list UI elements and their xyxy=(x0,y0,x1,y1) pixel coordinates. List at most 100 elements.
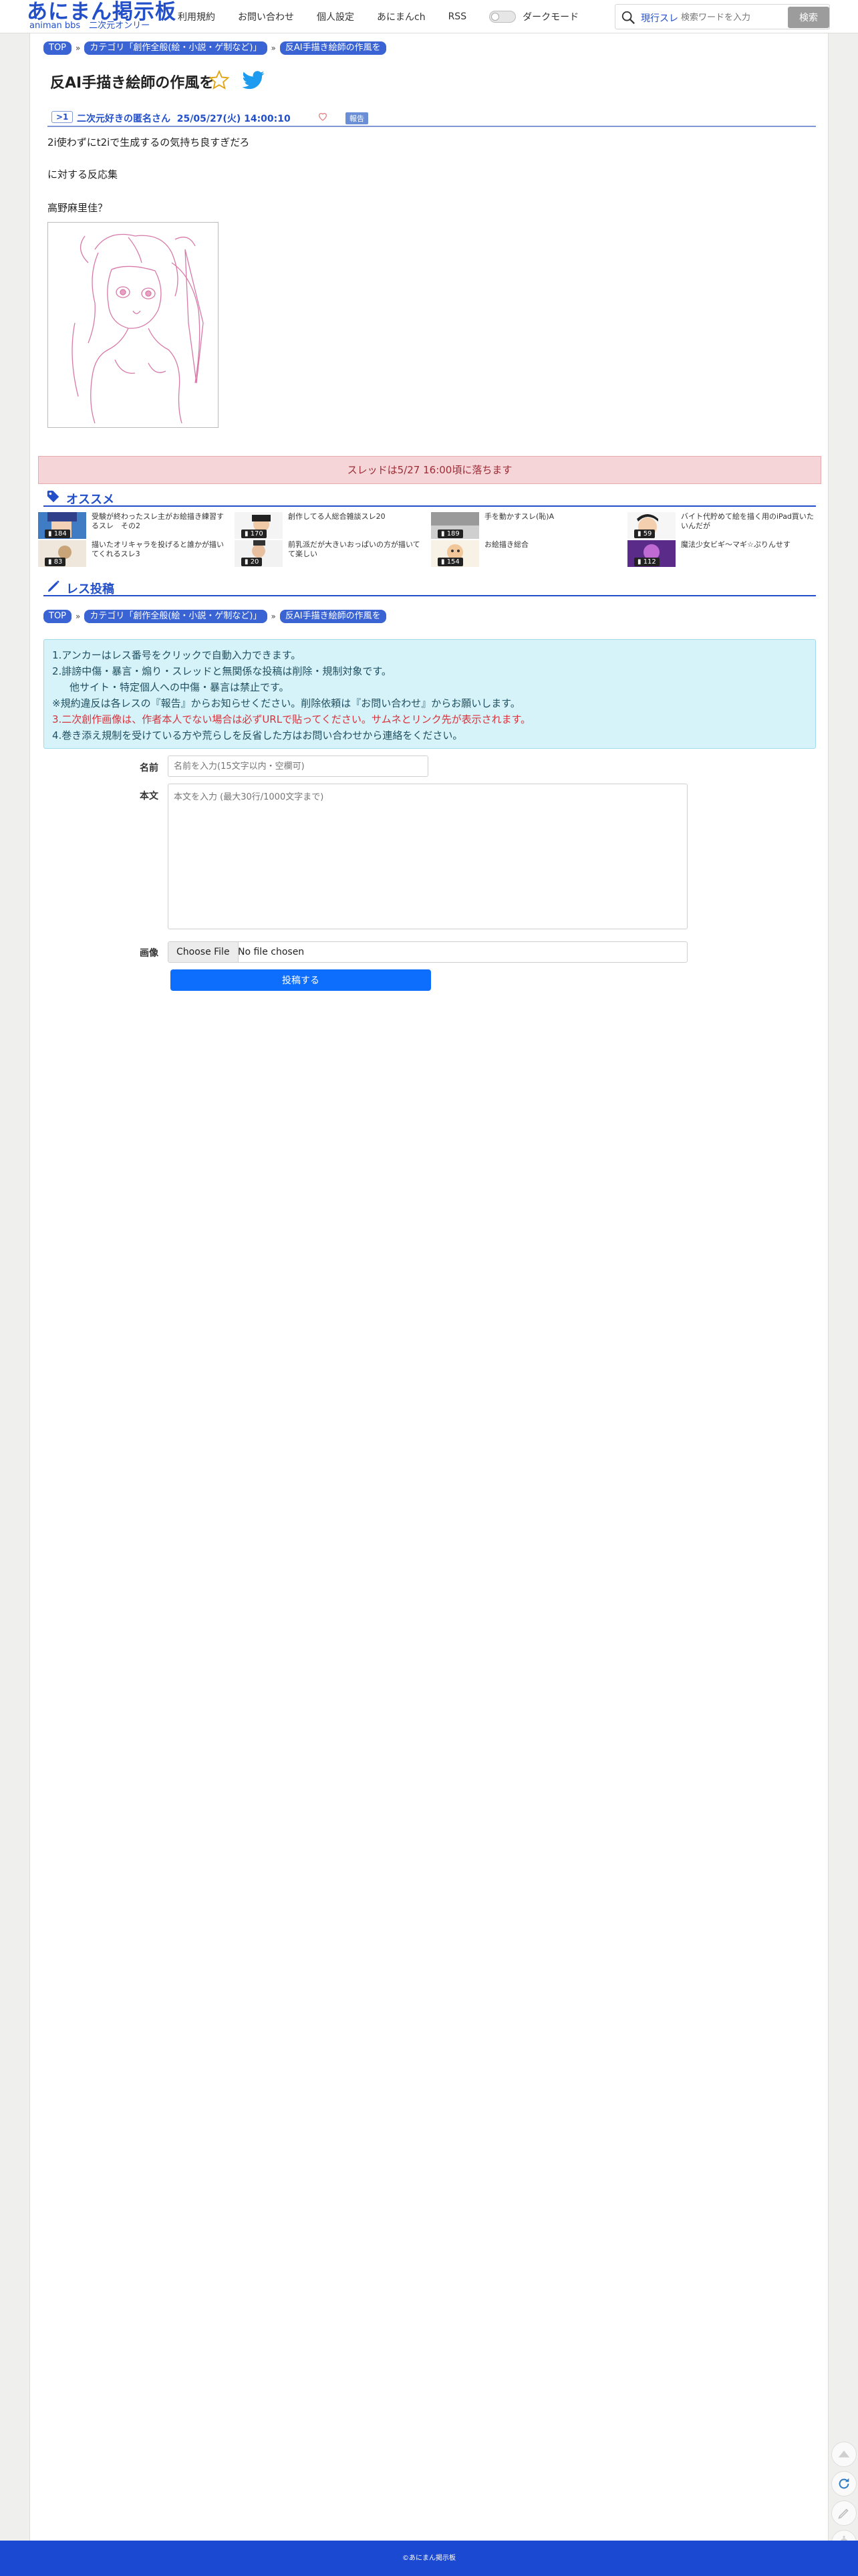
recommend-thumbnail: ▮ 20 xyxy=(235,540,283,567)
recommend-thumbnail: ▮ 83 xyxy=(38,540,86,567)
recommend-item[interactable]: ▮ 154 お絵描き総合 xyxy=(431,540,625,567)
thread-fall-notice: スレッドは5/27 16:00頃に落ちます xyxy=(38,456,821,484)
report-button[interactable]: 報告 xyxy=(345,112,368,124)
reply-count: ▮ 20 xyxy=(241,558,263,566)
recommend-title: 描いたオリキャラを投げると誰かが描いてくれるスレ3 xyxy=(92,540,224,558)
site-footer: ©あにまん掲示板 xyxy=(0,2541,858,2576)
nav-animanch[interactable]: あにまんch xyxy=(377,10,426,23)
recommend-title: 受験が終わったスレ主がお絵描き練習するスレ その2 xyxy=(92,512,224,530)
nav-rss[interactable]: RSS xyxy=(448,11,467,22)
rule-line: 2.誹謗中傷・暴言・煽り・スレッドと無関係な投稿は削除・規制対象です。 xyxy=(52,665,392,677)
rule-line: 4.巻き添え規制を受けている方や荒らしを反省した方はお問い合わせから連絡をくださ… xyxy=(52,729,463,741)
main-content: TOP » カテゴリ「創作全般(絵・小説・ゲ制など)」 » 反AI手描き絵師の作… xyxy=(29,33,829,2541)
favorite-star-icon[interactable] xyxy=(208,70,231,91)
logo-sub-text: animan bbs 二次元オンリー xyxy=(29,21,150,31)
recommend-title: 前乳派だが大きいおっぱいの方が描いてて楽しい xyxy=(288,540,420,558)
reload-button[interactable] xyxy=(831,2471,857,2496)
search-input[interactable] xyxy=(681,9,781,26)
write-post-button[interactable] xyxy=(831,2500,857,2526)
breadcrumb-separator: » xyxy=(76,43,81,53)
nav-settings[interactable]: 個人設定 xyxy=(317,10,354,23)
recommend-item[interactable]: ▮ 59 バイト代貯めて絵を描く用のiPad買いたいんだが xyxy=(627,512,821,539)
pencil-icon xyxy=(838,2508,849,2519)
image-file-input[interactable]: Choose File No file chosen xyxy=(168,941,688,963)
search-button[interactable]: 検索 xyxy=(788,7,829,28)
post-author: 二次元好きの匿名さん xyxy=(77,114,170,124)
post-body-line: に対する反応集 xyxy=(47,168,118,181)
recommend-list: ▮ 184 受験が終わったスレ主がお絵描き練習するスレ その2 ▮ 170 創作… xyxy=(38,512,821,568)
thread-title: 反AI手描き絵師の作風を xyxy=(50,75,214,92)
post-form-heading: レス投稿 xyxy=(43,578,816,596)
rule-line-warning: 3.二次創作画像は、作者本人でない場合は必ずURLで貼ってください。サムネとリン… xyxy=(52,713,531,725)
scroll-top-button[interactable] xyxy=(831,2442,857,2467)
post-body-line: 2i使わずにt2iで生成するの気持ち良すぎだろ xyxy=(47,136,250,148)
recommend-heading: オススメ xyxy=(43,488,816,507)
breadcrumb-top[interactable]: TOP xyxy=(43,610,72,623)
recommend-title: 手を動かすスレ(恥)A xyxy=(484,512,555,521)
recommend-title: 魔法少女ビギ～マギ☆ぷりんせす xyxy=(681,540,791,549)
breadcrumb-separator: » xyxy=(271,612,276,621)
pencil-icon xyxy=(47,580,59,592)
reply-count: ▮ 189 xyxy=(438,530,463,538)
reply-count: ▮ 154 xyxy=(438,558,463,566)
name-label: 名前 xyxy=(140,763,158,774)
twitter-share-icon[interactable] xyxy=(241,71,265,91)
breadcrumb-bottom: TOP » カテゴリ「創作全般(絵・小説・ゲ制など)」 » 反AI手描き絵師の作… xyxy=(43,610,386,623)
search-box: 現行スレ 検索 xyxy=(615,4,830,29)
rule-line: 他サイト・特定個人への中傷・暴言は禁止です。 xyxy=(69,681,289,693)
dark-mode-label: ダークモード xyxy=(523,12,579,23)
breadcrumb-top[interactable]: TOP xyxy=(43,41,72,55)
nav-terms[interactable]: 利用規約 xyxy=(178,10,215,23)
recommend-item[interactable]: ▮ 184 受験が終わったスレ主がお絵描き練習するスレ その2 xyxy=(38,512,232,539)
breadcrumb-thread[interactable]: 反AI手描き絵師の作風を xyxy=(279,41,386,55)
breadcrumb-separator: » xyxy=(76,612,81,621)
recommend-thumbnail: ▮ 170 xyxy=(235,512,283,539)
site-logo[interactable]: あにまん掲示板 animan bbs 二次元オンリー xyxy=(27,0,176,33)
recommend-heading-label: オススメ xyxy=(66,493,114,507)
top-bar: あにまん掲示板 animan bbs 二次元オンリー 利用規約 お問い合わせ 個… xyxy=(0,0,858,33)
nav-contact[interactable]: お問い合わせ xyxy=(238,10,294,23)
search-scope-select[interactable]: 現行スレ xyxy=(641,11,678,25)
breadcrumb-thread[interactable]: 反AI手描き絵師の作風を xyxy=(279,610,386,623)
rule-line: ※規約違反は各レスの『報告』からお知らせください。削除依頼は『お問い合わせ』から… xyxy=(52,697,521,709)
arrow-up-icon xyxy=(838,2450,850,2458)
breadcrumb-category[interactable]: カテゴリ「創作全般(絵・小説・ゲ制など)」 xyxy=(84,610,267,623)
recommend-thumbnail: ▮ 189 xyxy=(431,512,479,539)
reply-count: ▮ 112 xyxy=(634,558,660,566)
recommend-title: 創作してる人総合雑談スレ20 xyxy=(288,512,386,521)
submit-post-button[interactable]: 投稿する xyxy=(170,969,431,991)
breadcrumb-category[interactable]: カテゴリ「創作全般(絵・小説・ゲ制など)」 xyxy=(84,41,267,55)
main-nav: 利用規約 お問い合わせ 個人設定 あにまんch RSS ダークモード xyxy=(178,9,579,24)
breadcrumb: TOP » カテゴリ「創作全般(絵・小説・ゲ制など)」 » 反AI手描き絵師の作… xyxy=(43,41,386,55)
recommend-item[interactable]: ▮ 112 魔法少女ビギ～マギ☆ぷりんせす xyxy=(627,540,821,567)
recommend-thumbnail: ▮ 154 xyxy=(431,540,479,567)
file-status: No file chosen xyxy=(238,947,305,957)
like-heart-icon[interactable] xyxy=(317,111,328,122)
reply-count: ▮ 59 xyxy=(634,530,656,538)
rule-line: 1.アンカーはレス番号をクリックで自動入力できます。 xyxy=(52,649,301,661)
recommend-item[interactable]: ▮ 189 手を動かすスレ(恥)A xyxy=(431,512,625,539)
recommend-thumbnail: ▮ 59 xyxy=(627,512,676,539)
reload-icon xyxy=(839,2478,849,2489)
recommend-item[interactable]: ▮ 20 前乳派だが大きいおっぱいの方が描いてて楽しい xyxy=(235,540,428,567)
posting-rules: 1.アンカーはレス番号をクリックで自動入力できます。 2.誹謗中傷・暴言・煽り・… xyxy=(43,639,816,749)
choose-file-button[interactable]: Choose File xyxy=(168,942,239,962)
post-date: 25/05/27(火) 14:00:10 xyxy=(176,114,291,124)
recommend-title: お絵描き総合 xyxy=(484,540,529,549)
dark-mode-toggle[interactable] xyxy=(489,11,517,23)
post-form-heading-label: レス投稿 xyxy=(66,582,114,596)
recommend-title: バイト代貯めて絵を描く用のiPad買いたいんだが xyxy=(681,512,814,530)
recommend-thumbnail: ▮ 184 xyxy=(38,512,86,539)
recommend-item[interactable]: ▮ 83 描いたオリキャラを投げると誰かが描いてくれるスレ3 xyxy=(38,540,232,567)
post-body-line: 高野麻里佳？ xyxy=(47,202,108,214)
recommend-item[interactable]: ▮ 170 創作してる人総合雑談スレ20 xyxy=(235,512,428,539)
body-label: 本文 xyxy=(140,791,158,802)
name-field[interactable] xyxy=(168,755,428,777)
sketch-illustration xyxy=(72,233,204,424)
post-author-date: 二次元好きの匿名さん 25/05/27(火) 14:00:10 xyxy=(77,112,291,125)
recommend-thumbnail: ▮ 112 xyxy=(627,540,676,567)
post-number-anchor[interactable]: >1 xyxy=(51,111,74,123)
post-attached-image[interactable] xyxy=(47,222,219,428)
body-textarea[interactable] xyxy=(168,784,688,929)
toggle-knob xyxy=(491,13,500,21)
